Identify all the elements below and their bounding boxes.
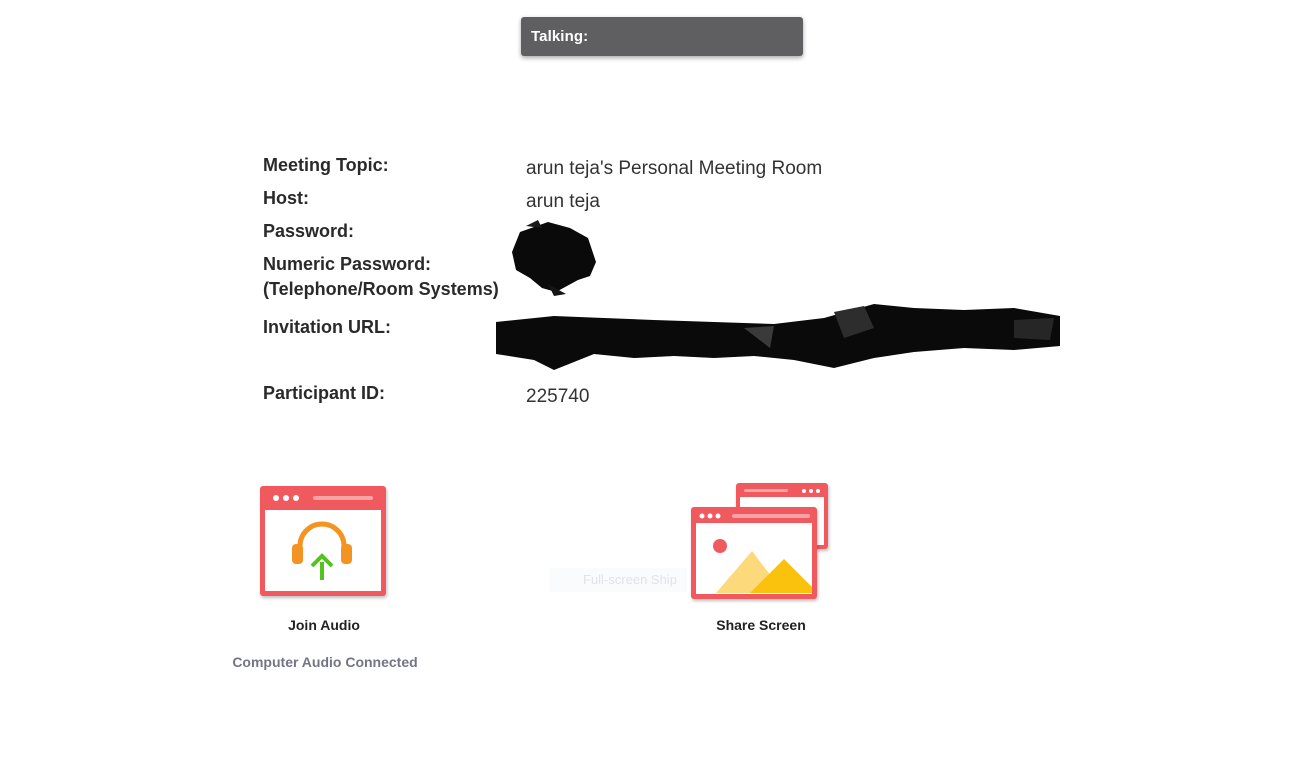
join-audio-icon[interactable] — [257, 484, 389, 602]
share-screen-icon[interactable] — [688, 481, 832, 603]
host-label: Host: — [263, 188, 309, 208]
ghost-tooltip: Full-screen Ship — [549, 568, 687, 592]
password-redaction — [512, 220, 596, 296]
participant-id-label: Participant ID: — [263, 383, 386, 403]
numeric-password-sublabel: (Telephone/Room Systems) — [263, 279, 499, 299]
talking-label: Talking: — [531, 28, 589, 45]
host-value: arun teja — [526, 191, 600, 212]
audio-status-text: Computer Audio Connected — [232, 654, 418, 670]
password-label: Password: — [263, 221, 355, 241]
invitation-url-label: Invitation URL: — [263, 317, 391, 337]
talking-indicator: Talking: — [521, 17, 803, 56]
meeting-topic-value: arun teja's Personal Meeting Room — [526, 158, 823, 179]
share-screen-button[interactable]: Share Screen — [716, 617, 806, 633]
numeric-password-label: Numeric Password: — [263, 254, 432, 274]
meeting-info-screen: Talking: Meeting Topic: arun teja's Pers… — [0, 0, 1303, 778]
meeting-topic-label: Meeting Topic: — [263, 155, 389, 175]
invitation-url-redaction — [496, 304, 1060, 370]
participant-id-value: 225740 — [526, 386, 590, 407]
join-audio-button[interactable]: Join Audio — [288, 617, 360, 633]
